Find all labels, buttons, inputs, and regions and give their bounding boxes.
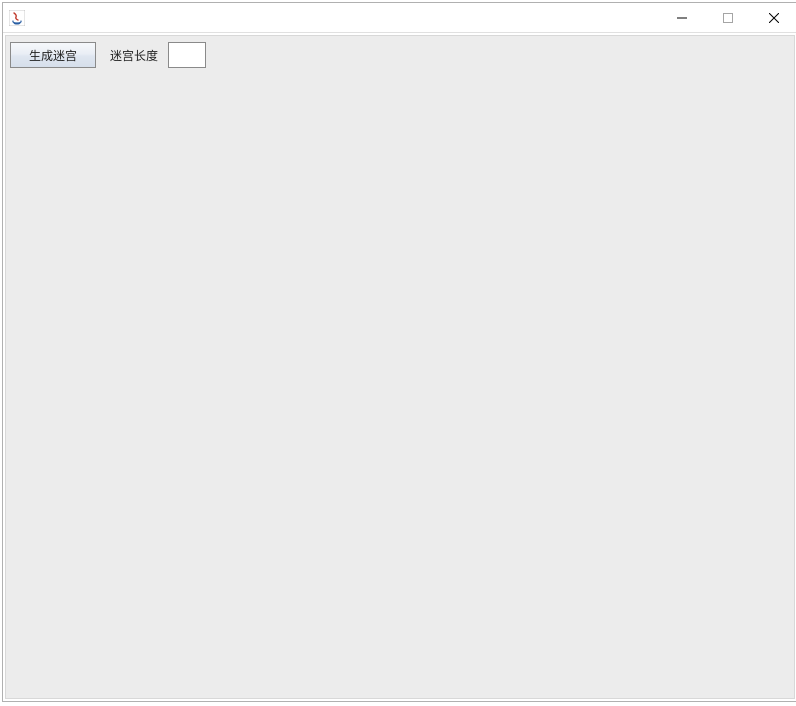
maze-length-input[interactable] <box>168 42 206 68</box>
toolbar: 生成迷宫 迷宫长度 <box>6 36 794 74</box>
maximize-button <box>705 3 751 32</box>
minimize-button[interactable] <box>659 3 705 32</box>
generate-maze-button[interactable]: 生成迷宫 <box>10 42 96 68</box>
content-area: 生成迷宫 迷宫长度 <box>5 35 795 699</box>
window-controls <box>659 3 796 32</box>
minimize-icon <box>677 13 687 23</box>
app-window: 生成迷宫 迷宫长度 <box>2 2 796 702</box>
close-button[interactable] <box>751 3 796 32</box>
maximize-icon <box>723 13 733 23</box>
app-icon <box>9 10 25 26</box>
maze-length-label: 迷宫长度 <box>110 47 158 64</box>
titlebar <box>3 3 796 33</box>
maze-length-group: 迷宫长度 <box>110 42 206 68</box>
close-icon <box>769 13 779 23</box>
